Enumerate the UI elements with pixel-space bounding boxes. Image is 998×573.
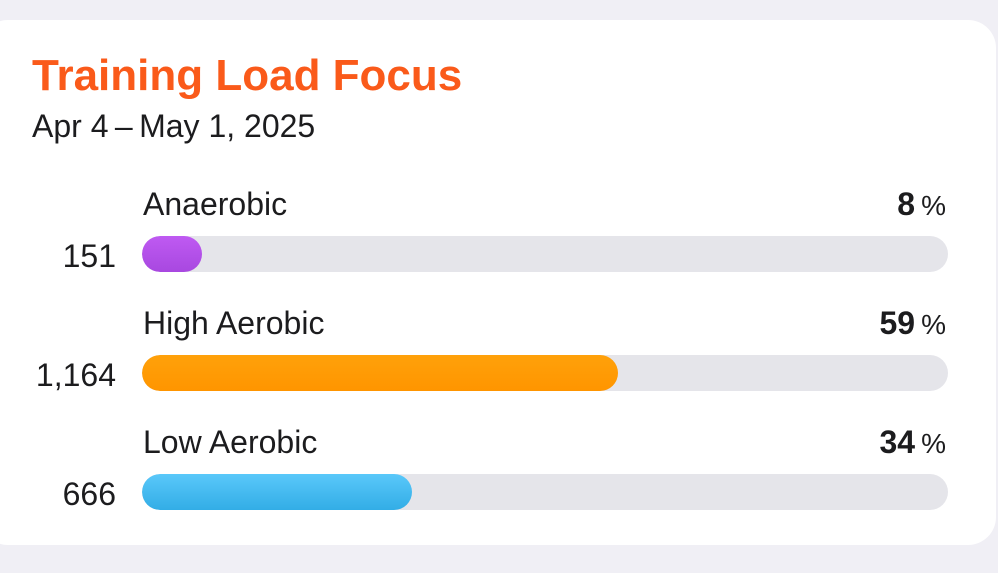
- metric-count: 151: [62, 238, 116, 274]
- metric-high-aerobic: High Aerobic 59% 1,164: [0, 303, 998, 413]
- percent-sign: %: [921, 190, 946, 221]
- metric-count: 666: [62, 476, 116, 512]
- metric-anaerobic: Anaerobic 8% 151: [0, 184, 998, 294]
- percent-sign: %: [921, 309, 946, 340]
- progress-fill: [142, 355, 618, 391]
- metric-count: 1,164: [35, 357, 116, 393]
- progress-fill: [142, 474, 412, 510]
- progress-track: [142, 474, 948, 510]
- percent-sign: %: [921, 428, 946, 459]
- metric-label: Anaerobic: [143, 186, 288, 222]
- date-range: Apr 4 – May 1, 2025: [32, 108, 316, 144]
- card-title: Training Load Focus: [32, 51, 463, 100]
- percent-value: 34: [879, 424, 916, 460]
- metric-label: High Aerobic: [143, 305, 325, 341]
- metric-label: Low Aerobic: [143, 424, 318, 460]
- progress-fill: [142, 236, 203, 272]
- metric-percent: 34%: [880, 422, 947, 469]
- percent-value: 59: [879, 305, 916, 341]
- metric-percent: 8%: [897, 184, 946, 231]
- metric-percent: 59%: [880, 303, 947, 350]
- percent-value: 8: [897, 186, 916, 222]
- progress-track: [142, 355, 948, 391]
- metric-low-aerobic: Low Aerobic 34% 666: [0, 422, 998, 532]
- progress-track: [142, 236, 948, 272]
